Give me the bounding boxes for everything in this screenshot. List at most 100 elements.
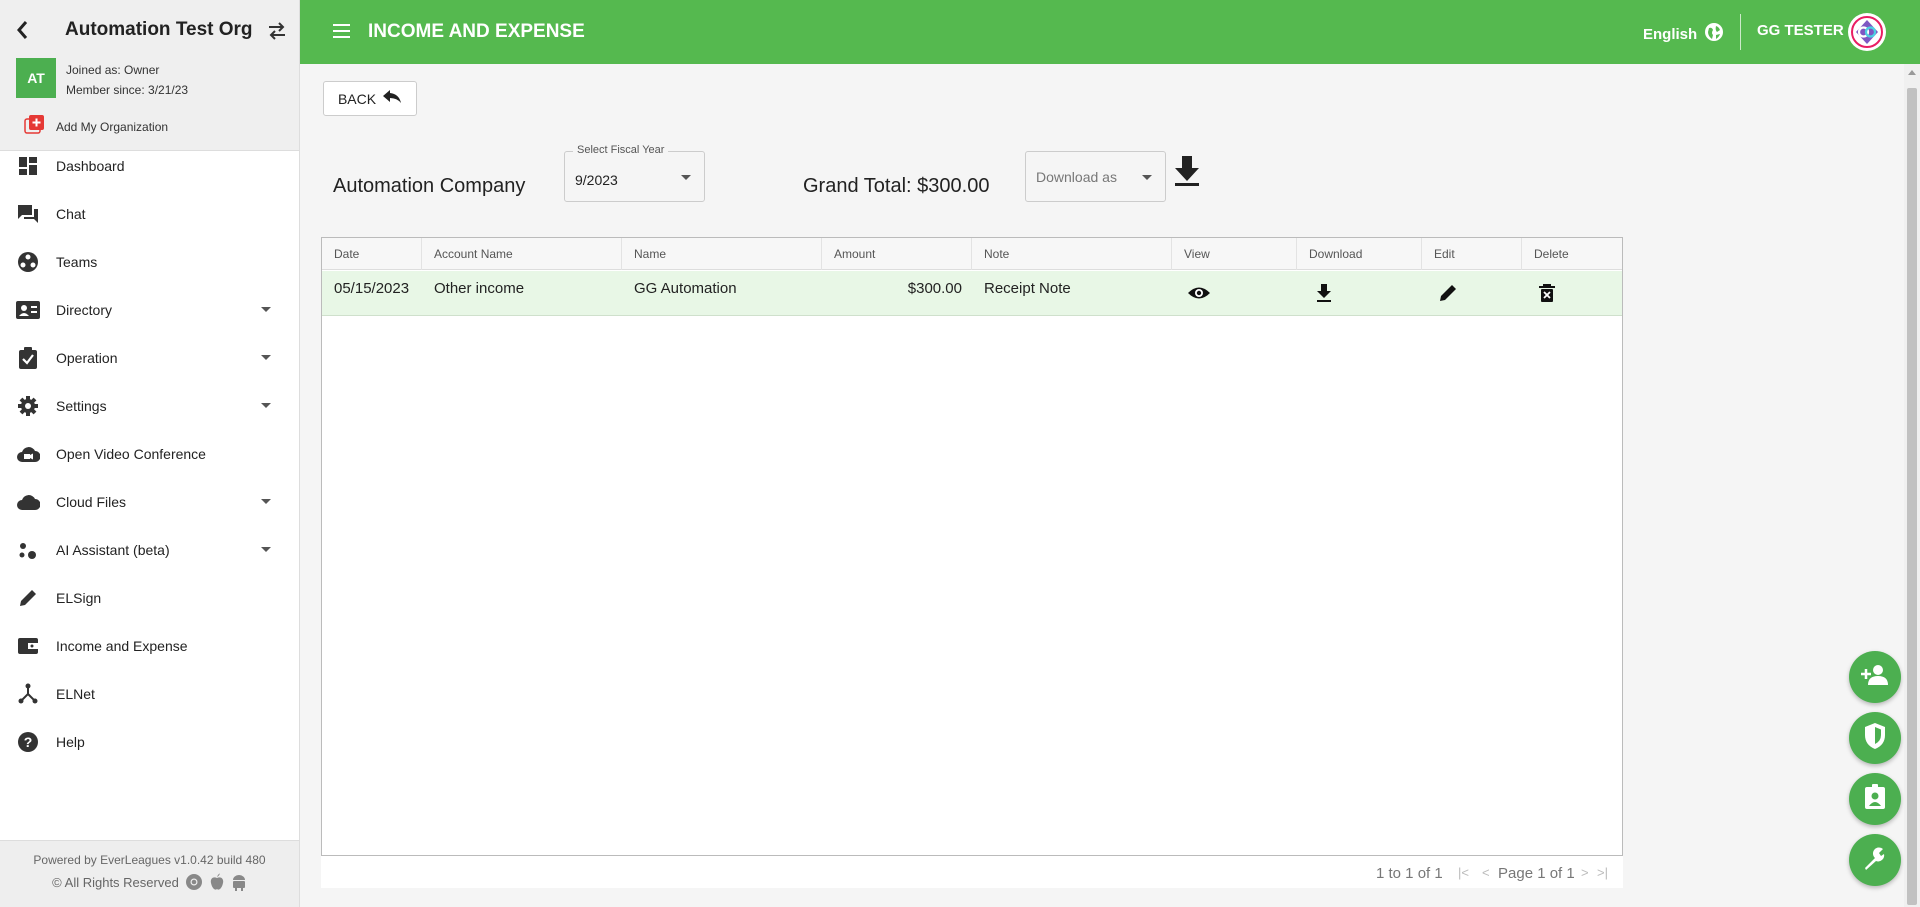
powered-by-text: Powered by EverLeagues v1.0.42 build 480 [33,853,266,867]
column-header-view: View [1172,238,1297,270]
edit-icon[interactable] [1435,280,1461,306]
add-user-icon [1860,664,1890,691]
cell-account-name: Other income [434,280,525,297]
download-format-select[interactable]: Download as [1025,151,1166,202]
network-icon [16,683,40,705]
add-organization-button[interactable]: Add My Organization [24,114,168,139]
android-icon[interactable] [231,873,247,891]
sidebar-item-dashboard[interactable]: Dashboard [0,146,299,186]
fiscal-year-select[interactable]: Select Fiscal Year 9/2023 [564,144,705,202]
cell-date: 05/15/2023 [334,280,410,297]
cloud-video-icon [16,443,40,465]
column-header-date[interactable]: Date [322,238,422,270]
sidebar-item-directory[interactable]: Directory [0,290,299,330]
sidebar-item-elsign[interactable]: ELSign [0,578,299,618]
topbar-divider [1740,14,1741,50]
sidebar-item-settings[interactable]: Settings [0,386,299,426]
prev-page-icon[interactable]: < [1482,865,1490,880]
grand-total: Grand Total: $300.00 [803,175,990,197]
user-name[interactable]: GG TESTER [1757,22,1844,39]
gear-icon [16,395,40,417]
download-icon[interactable] [1172,154,1202,188]
shield-icon [1863,722,1887,755]
sidebar-item-label: Cloud Files [56,494,127,510]
sidebar-item-cloud-files[interactable]: Cloud Files [0,482,299,522]
page-info: Page 1 of 1 [1498,865,1575,882]
last-page-icon[interactable]: >| [1597,865,1608,880]
sidebar-item-income-expense[interactable]: Income and Expense [0,626,299,666]
add-organization-label: Add My Organization [56,119,169,134]
company-name: Automation Company [333,175,526,197]
sidebar-footer: Powered by EverLeagues v1.0.42 build 480… [0,840,299,907]
wrench-icon [1862,845,1888,876]
sidebar-item-ai-assistant[interactable]: AI Assistant (beta) [0,530,299,570]
sidebar-item-elnet[interactable]: ELNet [0,674,299,714]
menu-icon[interactable] [332,23,352,39]
joined-as-text: Joined as: Owner [66,63,160,77]
sidebar-item-video-conference[interactable]: Open Video Conference [0,434,299,474]
scrollbar-thumb[interactable] [1907,88,1917,905]
sidebar-item-label: Teams [56,254,98,270]
avatar[interactable] [1848,13,1886,51]
view-icon[interactable] [1186,280,1212,306]
next-page-icon[interactable]: > [1581,865,1589,880]
pen-icon [16,587,40,609]
chevron-down-icon [1142,175,1152,180]
org-name: Automation Test Org [65,19,253,40]
rights-text: © All Rights Reserved [52,874,179,890]
sidebar-item-help[interactable]: ? Help [0,722,299,762]
org-avatar: AT [16,58,56,98]
chrome-icon[interactable] [185,873,203,891]
scroll-up-icon[interactable] [1908,70,1916,75]
sidebar-item-chat[interactable]: Chat [0,194,299,234]
badge-fab[interactable] [1849,773,1901,825]
cloud-icon [16,491,40,513]
table-row[interactable]: 05/15/2023 Other income GG Automation $3… [322,271,1622,316]
back-button-label: BACK [337,90,377,107]
member-since-text: Member since: 3/21/23 [66,83,189,97]
column-header-note[interactable]: Note [972,238,1172,270]
language-selector[interactable]: English [1643,22,1724,47]
sidebar-item-teams[interactable]: Teams [0,242,299,282]
scrollbar[interactable] [1904,64,1920,907]
sidebar-item-label: ELNet [56,686,95,702]
sidebar-item-label: Income and Expense [56,638,188,654]
cell-note: Receipt Note [984,280,1071,297]
sidebar-item-label: Help [56,734,85,750]
rights-row: © All Rights Reserved [0,873,299,891]
cell-name: GG Automation [634,280,737,297]
dashboard-icon [16,155,40,177]
sidebar-item-label: Operation [56,350,118,366]
chevron-down-icon [261,499,271,504]
help-icon: ? [16,731,40,753]
cell-amount: $300.00 [907,280,962,297]
chevron-down-icon [261,403,271,408]
sidebar-item-operation[interactable]: Operation [0,338,299,378]
sidebar-item-label: Directory [56,302,113,318]
column-header-name[interactable]: Name [622,238,822,270]
tools-fab[interactable] [1849,834,1901,886]
language-label: English [1643,26,1698,43]
pagination: 1 to 1 of 1 |< < Page 1 of 1 > >| [321,856,1623,888]
add-user-fab[interactable] [1849,651,1901,703]
security-fab[interactable] [1849,712,1901,764]
sidebar-item-label: ELSign [56,590,102,606]
back-button[interactable]: BACK [323,81,417,116]
column-header-account-name[interactable]: Account Name [422,238,622,270]
bubbles-icon [16,539,40,561]
back-chevron-icon[interactable] [14,18,30,42]
chevron-down-icon [261,355,271,360]
switch-org-icon[interactable] [266,20,288,42]
teams-icon [16,251,40,273]
sidebar-item-label: Open Video Conference [56,446,206,462]
apple-icon[interactable] [209,873,225,891]
pagination-count: 1 to 1 of 1 [1376,865,1443,882]
wallet-icon [16,635,40,657]
column-header-amount[interactable]: Amount [822,238,972,270]
sidebar-item-label: Dashboard [56,158,125,174]
fiscal-year-value: 9/2023 [575,172,618,188]
download-row-icon[interactable] [1311,280,1337,306]
first-page-icon[interactable]: |< [1458,865,1469,880]
globe-icon [1704,22,1724,47]
delete-icon[interactable] [1534,280,1560,306]
